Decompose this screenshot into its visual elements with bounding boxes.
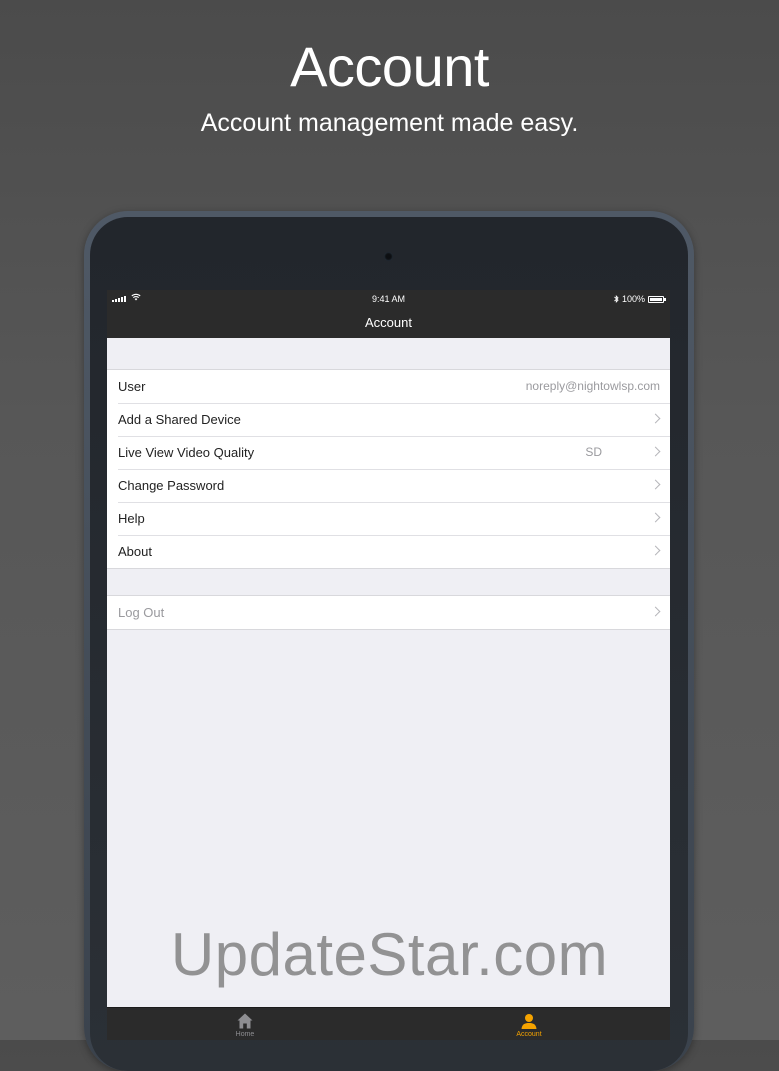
battery-icon bbox=[648, 295, 666, 303]
logout-group: Log Out bbox=[107, 595, 670, 630]
help-row[interactable]: Help bbox=[107, 502, 670, 535]
video-quality-label: Live View Video Quality bbox=[118, 445, 255, 460]
battery-percent: 100% bbox=[621, 294, 645, 304]
help-label: Help bbox=[118, 511, 145, 526]
tab-account[interactable]: Account bbox=[489, 1012, 569, 1038]
chevron-right-icon bbox=[650, 512, 661, 523]
status-time: 9:41 AM bbox=[371, 294, 406, 304]
chevron-right-icon bbox=[650, 606, 661, 617]
watermark: UpdateStar.com bbox=[170, 921, 609, 988]
about-row[interactable]: About bbox=[107, 535, 670, 568]
change-password-row[interactable]: Change Password bbox=[107, 469, 670, 502]
logout-button[interactable]: Log Out bbox=[107, 596, 670, 629]
nav-bar: Account bbox=[107, 308, 670, 338]
nav-title: Account bbox=[365, 315, 412, 330]
hero-title: Account bbox=[290, 35, 489, 98]
video-quality-row[interactable]: Live View Video Quality SD bbox=[107, 436, 670, 469]
logout-label: Log Out bbox=[118, 605, 165, 620]
chevron-right-icon bbox=[650, 446, 661, 457]
hero-subtitle: Account management made easy. bbox=[200, 109, 579, 137]
tab-home[interactable]: Home bbox=[205, 1012, 285, 1038]
tab-account-label: Account bbox=[516, 1031, 542, 1038]
settings-group: User noreply@nightowlsp.com Add a Shared… bbox=[107, 369, 670, 569]
tab-home-label: Home bbox=[235, 1031, 255, 1038]
user-email-value: noreply@nightowlsp.com bbox=[525, 379, 660, 393]
user-label: User bbox=[118, 379, 146, 394]
person-icon bbox=[521, 1014, 537, 1029]
video-quality-value: SD bbox=[585, 445, 602, 459]
status-bar: 9:41 AM 100% bbox=[107, 290, 670, 308]
user-row[interactable]: User noreply@nightowlsp.com bbox=[107, 370, 670, 403]
bluetooth-icon bbox=[614, 295, 619, 303]
home-icon bbox=[237, 1013, 253, 1029]
camera-dot bbox=[384, 252, 393, 261]
chevron-right-icon bbox=[650, 545, 661, 556]
chevron-right-icon bbox=[650, 413, 661, 424]
add-shared-device-label: Add a Shared Device bbox=[118, 412, 241, 427]
change-password-label: Change Password bbox=[118, 478, 225, 493]
status-right: 100% bbox=[614, 294, 666, 304]
tab-bar: Home Account bbox=[107, 1007, 670, 1040]
about-label: About bbox=[118, 544, 152, 559]
add-shared-device-row[interactable]: Add a Shared Device bbox=[107, 403, 670, 436]
chevron-right-icon bbox=[650, 479, 661, 490]
